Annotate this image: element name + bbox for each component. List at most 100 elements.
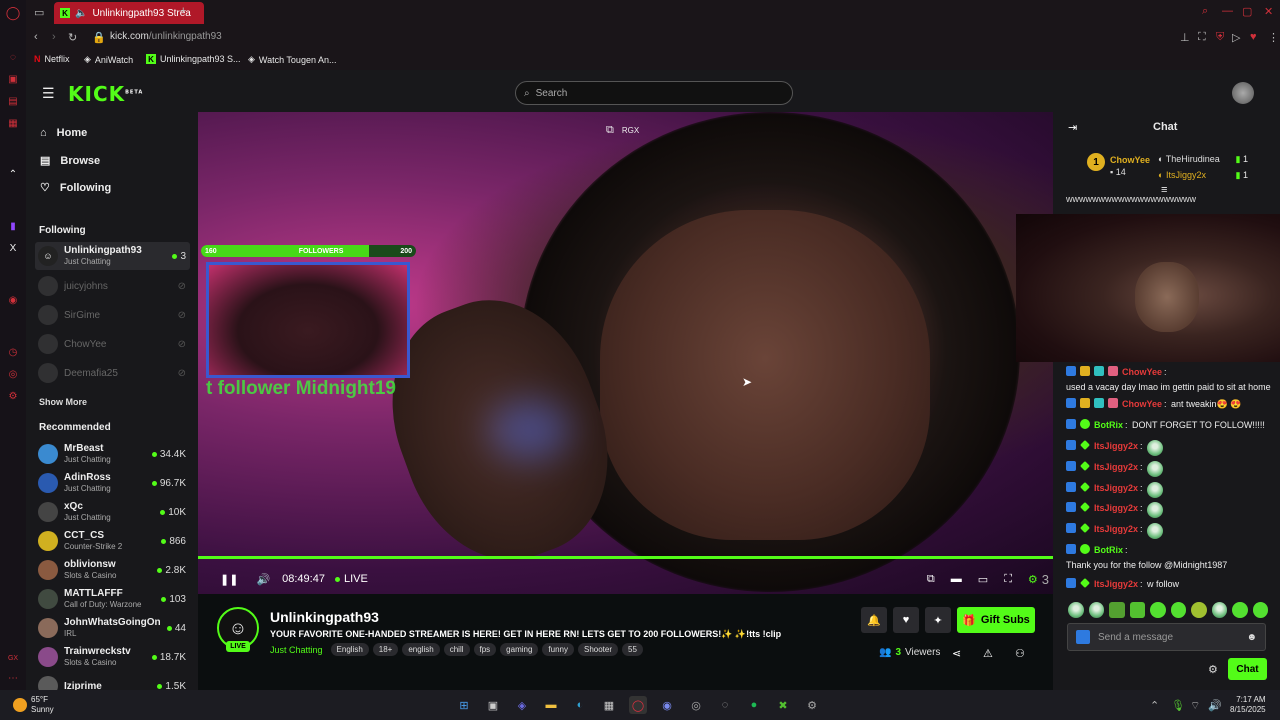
settings-icon[interactable]: ⚙ — [6, 389, 20, 403]
maximize-icon[interactable]: ▢ — [1242, 5, 1252, 18]
recommended-channel[interactable]: xQc Just Chatting 10K — [35, 498, 190, 526]
tray-expand-icon[interactable]: ⌃ — [1150, 699, 1159, 712]
start-icon[interactable]: ⊞ — [455, 696, 473, 714]
emote-icon[interactable] — [1068, 602, 1084, 618]
mic-icon[interactable]: 🎙 — [1171, 699, 1185, 712]
nav-browse[interactable]: ▤ Browse — [40, 154, 100, 168]
video-progress-bar[interactable] — [198, 556, 1053, 559]
recommended-channel[interactable]: Trainwreckstv Slots & Casino 18.7K — [35, 643, 190, 671]
following-channel[interactable]: SirGime ⊘ — [35, 301, 190, 329]
xbox-icon[interactable]: ✖ — [774, 696, 792, 714]
recommended-channel[interactable]: oblivionsw Slots & Casino 2.8K — [35, 556, 190, 584]
recommended-channel[interactable]: JohnWhatsGoingOn IRL 44 — [35, 614, 190, 642]
following-channel[interactable]: Deemafia25 ⊘ — [35, 359, 190, 387]
emote-icon[interactable] — [1232, 602, 1248, 618]
heart-icon[interactable]: ♥ — [1250, 31, 1257, 43]
settings-icon[interactable]: ⚙ — [803, 696, 821, 714]
chat-input[interactable]: Send a message ☻ — [1067, 623, 1266, 651]
file-explorer-icon[interactable]: ▬ — [542, 696, 560, 714]
recommended-channel[interactable]: CCT_CS Counter-Strike 2 866 — [35, 527, 190, 555]
more-icon[interactable]: ⋯ — [6, 671, 20, 685]
picture-in-picture-button[interactable]: ⧉ — [927, 573, 935, 586]
sidebar-app-icon[interactable]: ◉ — [6, 293, 20, 307]
show-more-link[interactable]: Show More — [39, 397, 87, 407]
emote-icon[interactable] — [1150, 602, 1166, 618]
tag[interactable]: funny — [542, 643, 574, 656]
discord-icon[interactable]: ◉ — [658, 696, 676, 714]
tag[interactable]: chill — [443, 643, 470, 656]
chat-username[interactable]: ChowYee — [1122, 398, 1162, 411]
following-channel[interactable]: ChowYee ⊘ — [35, 330, 190, 358]
tag[interactable]: Shooter — [578, 643, 619, 656]
notification-button[interactable]: 🔔 — [861, 607, 887, 633]
twitch-icon[interactable]: ▮ — [6, 219, 20, 233]
user-avatar[interactable] — [1232, 82, 1254, 104]
tag[interactable]: 55 — [622, 643, 643, 656]
share-icon[interactable]: ⋖ — [952, 647, 961, 660]
chat-username[interactable]: ChowYee — [1122, 366, 1162, 379]
bookmark-aniwatch[interactable]: ◈ AniWatch — [84, 54, 133, 65]
emote-icon[interactable] — [1129, 602, 1145, 618]
emoji-picker-icon[interactable]: ☻ — [1246, 632, 1257, 643]
report-icon[interactable]: ⚠ — [983, 647, 993, 660]
close-window-icon[interactable]: ✕ — [1264, 5, 1273, 18]
send-chat-button[interactable]: Chat — [1228, 658, 1267, 680]
sidebar-app-icon[interactable]: ▤ — [6, 94, 20, 108]
chat-username[interactable]: ItsJiggy2x — [1094, 461, 1138, 474]
search-input[interactable]: ⌕ Search — [515, 81, 793, 105]
pin-icon[interactable]: ⊥ — [1180, 31, 1190, 44]
edge-icon[interactable]: ◐ — [571, 696, 589, 714]
emote-icon[interactable] — [1088, 602, 1104, 618]
settings-gear-icon[interactable]: ⚙ — [1028, 573, 1038, 586]
clip-button[interactable]: ▬ — [951, 573, 962, 585]
nav-home[interactable]: ⌂ Home — [40, 127, 87, 139]
sidebar-app-icon[interactable]: ◎ — [6, 367, 20, 381]
clock[interactable]: 7:17 AM 8/15/2025 — [1230, 695, 1266, 715]
tag[interactable]: english — [402, 643, 440, 656]
emote-icon[interactable] — [1170, 602, 1186, 618]
chat-username[interactable]: ItsJiggy2x — [1094, 440, 1138, 453]
search-tabs-icon[interactable]: ⌕ — [1202, 5, 1208, 18]
emote-icon[interactable] — [1191, 602, 1207, 618]
opera-logo-icon[interactable]: ◯ — [6, 5, 21, 20]
task-view-icon[interactable]: ▣ — [484, 696, 502, 714]
leaderboard-top[interactable]: ChowYee ▪ 14 — [1110, 154, 1150, 178]
chat-username[interactable]: ItsJiggy2x — [1094, 523, 1138, 536]
store-icon[interactable]: ▦ — [600, 696, 618, 714]
volume-button[interactable]: 🔊 — [256, 573, 270, 586]
pause-button[interactable]: ❚❚ — [220, 573, 238, 586]
steam-icon[interactable]: ◌ — [716, 696, 734, 714]
follow-button[interactable]: ♥ — [893, 607, 919, 633]
sidebar-app-icon[interactable]: ◌ — [6, 50, 20, 64]
weather-widget[interactable]: 65°F Sunny — [13, 695, 54, 715]
channel-name[interactable]: Unlinkingpath93 — [270, 609, 379, 625]
play-icon[interactable]: ▷ — [1232, 31, 1240, 44]
tag[interactable]: 18+ — [372, 643, 399, 656]
sidebar-app-icon[interactable]: ▦ — [6, 116, 20, 130]
chat-username[interactable]: BotRix — [1094, 544, 1123, 557]
opera-gx-icon[interactable]: ◯ — [629, 696, 647, 714]
wifi-icon[interactable]: ⌔ — [1190, 699, 1200, 713]
emote-icon[interactable] — [1211, 602, 1227, 618]
theater-mode-button[interactable]: ▭ — [978, 573, 988, 586]
chat-username[interactable]: BotRix — [1094, 419, 1123, 432]
forward-icon[interactable]: › — [52, 31, 56, 43]
spotify-icon[interactable]: ● — [745, 696, 763, 714]
teams-icon[interactable]: ◈ — [513, 696, 531, 714]
new-tab-button[interactable]: + — [180, 5, 186, 17]
chat-settings-icon[interactable]: ⚙ — [1208, 663, 1218, 676]
category-link[interactable]: Just Chatting — [270, 645, 323, 655]
back-icon[interactable]: ‹ — [34, 31, 38, 43]
x-icon[interactable]: X — [6, 241, 20, 255]
nav-following[interactable]: ♡ Following — [40, 181, 111, 195]
collapse-chat-icon[interactable]: ⇥ — [1068, 121, 1077, 134]
bookmark-netflix[interactable]: N Netflix — [34, 54, 70, 64]
emote-icon[interactable] — [1109, 602, 1125, 618]
sidebar-app-icon[interactable]: ▣ — [6, 72, 20, 86]
reload-icon[interactable]: ↻ — [68, 31, 77, 44]
leaderboard-others[interactable]: ◐ TheHirudinea ▮ 1 ◐ ItsJiggy2x ▮ 1 — [1158, 151, 1248, 183]
url-field[interactable]: kick.com/unlinkingpath93 — [110, 31, 222, 42]
recommended-channel[interactable]: MrBeast Just Chatting 34.4K — [35, 440, 190, 468]
kick-logo[interactable]: KICKBETA — [68, 82, 143, 106]
user-card-icon[interactable]: ⚇ — [1015, 647, 1025, 660]
